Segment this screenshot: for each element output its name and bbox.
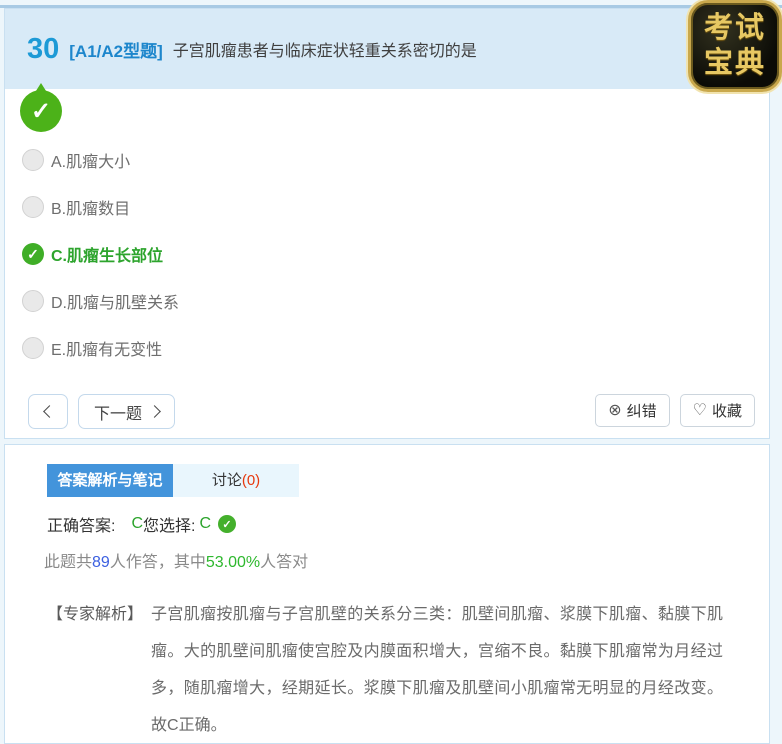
expert-analysis-text: 子宫肌瘤按肌瘤与子宫肌壁的关系分三类：肌壁间肌瘤、浆膜下肌瘤、黏膜下肌瘤。大的肌… — [151, 606, 723, 734]
question-number: 30 — [27, 32, 60, 65]
favorite-label: 收藏 — [711, 403, 742, 420]
answered-badge-icon: ✓ — [20, 83, 62, 132]
option-label[interactable]: B.肌瘤数目 — [51, 195, 130, 219]
correct-answer-value: C — [131, 515, 144, 532]
stats-count: 89 — [92, 554, 110, 571]
favorite-button[interactable]: ♡ 收藏 — [679, 394, 755, 427]
option-d[interactable]: D.肌瘤与肌壁关系 — [22, 290, 179, 312]
option-label[interactable]: D.肌瘤与肌壁关系 — [51, 289, 179, 313]
radio-unselected-icon[interactable] — [22, 337, 44, 359]
chevron-right-icon — [148, 405, 161, 418]
radio-unselected-icon[interactable] — [22, 290, 44, 312]
option-label[interactable]: C.肌瘤生长部位 — [51, 242, 163, 266]
correct-answer-label: 正确答案: — [47, 518, 116, 535]
option-b[interactable]: B.肌瘤数目 — [22, 196, 179, 218]
answer-stats-line: 此题共89人作答，其中53.00%人答对 — [44, 548, 769, 572]
action-buttons: ⊗ 纠错 ♡ 收藏 — [595, 394, 755, 429]
analysis-panel: 答案解析与笔记 讨论(0) 正确答案: C 您选择: C ✓ 此题共89人作答，… — [4, 444, 770, 744]
logo-line1: 考试 — [703, 12, 766, 44]
question-panel: 30 [A1/A2型题] 子宫肌瘤患者与临床症状轻重关系密切的是 ✓ A.肌瘤大… — [4, 8, 770, 439]
option-label[interactable]: A.肌瘤大小 — [51, 148, 130, 172]
discussion-count: (0) — [241, 472, 261, 489]
question-type-tag: [A1/A2型题] — [69, 41, 163, 61]
option-c[interactable]: ✓ C.肌瘤生长部位 — [22, 243, 179, 265]
logo-line2: 宝典 — [703, 47, 766, 79]
expert-analysis-block: 【专家解析】 子宫肌瘤按肌瘤与子宫肌壁的关系分三类：肌壁间肌瘤、浆膜下肌瘤、黏膜… — [47, 596, 723, 744]
chevron-left-icon — [43, 405, 56, 418]
tab-answer-analysis[interactable]: 答案解析与笔记 — [47, 464, 173, 497]
options-list: A.肌瘤大小 B.肌瘤数目 ✓ C.肌瘤生长部位 D.肌瘤与肌壁关系 E.肌瘤有… — [22, 149, 179, 384]
heart-icon: ♡ — [692, 401, 707, 419]
correct-check-icon: ✓ — [218, 515, 237, 533]
question-header: 30 [A1/A2型题] 子宫肌瘤患者与临床症状轻重关系密切的是 — [5, 9, 769, 89]
stats-prefix: 此题共 — [44, 554, 93, 571]
question-text: 子宫肌瘤患者与临床症状轻重关系密切的是 — [172, 43, 477, 60]
stats-middle: 人作答，其中 — [109, 554, 206, 571]
question-toolbar: 下一题 ⊗ 纠错 ♡ 收藏 — [5, 394, 769, 429]
option-e[interactable]: E.肌瘤有无变性 — [22, 337, 179, 359]
radio-unselected-icon[interactable] — [22, 196, 44, 218]
circle-x-icon: ⊗ — [608, 401, 622, 419]
chosen-answer-label: 您选择: — [143, 518, 196, 535]
report-error-button[interactable]: ⊗ 纠错 — [595, 394, 670, 427]
stats-percent: 53.00% — [205, 554, 261, 571]
chosen-answer-value: C — [199, 515, 212, 532]
nav-buttons: 下一题 — [28, 394, 176, 429]
check-icon: ✓ — [30, 97, 52, 125]
previous-question-button[interactable] — [28, 394, 68, 429]
option-label[interactable]: E.肌瘤有无变性 — [51, 336, 162, 360]
report-error-label: 纠错 — [626, 403, 657, 420]
radio-selected-check-icon[interactable]: ✓ — [22, 243, 44, 265]
tab-discussion-label: 讨论 — [211, 472, 242, 489]
next-question-label: 下一题 — [94, 405, 143, 423]
next-question-button[interactable]: 下一题 — [78, 394, 176, 429]
option-a[interactable]: A.肌瘤大小 — [22, 149, 179, 171]
app-logo: 考试 宝典 — [688, 0, 782, 92]
radio-unselected-icon[interactable] — [22, 149, 44, 171]
analysis-tabs: 答案解析与笔记 讨论(0) — [47, 464, 769, 497]
stats-suffix: 人答对 — [260, 554, 309, 571]
answer-result-line: 正确答案: C 您选择: C ✓ — [47, 512, 769, 536]
tab-discussion[interactable]: 讨论(0) — [173, 464, 299, 497]
expert-analysis-label: 【专家解析】 — [47, 606, 144, 623]
